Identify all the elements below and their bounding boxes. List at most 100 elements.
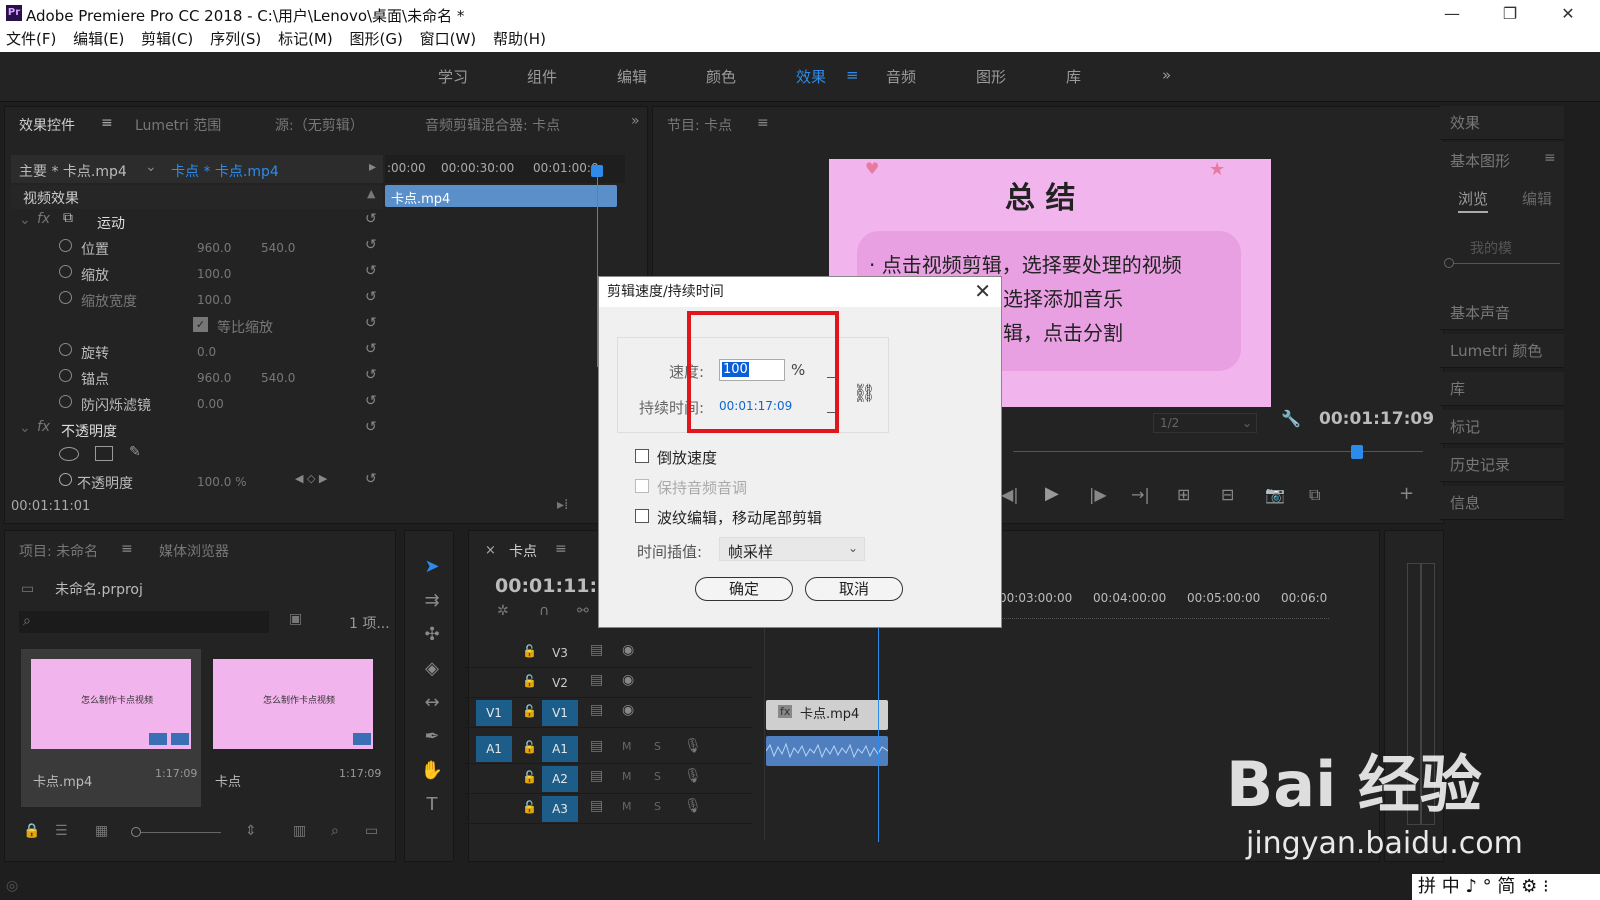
panel-effects[interactable]: 效果 [1440, 106, 1564, 140]
automate-icon[interactable]: ▥ [293, 823, 306, 839]
sync-lock-icon[interactable]: ▤ [590, 768, 603, 784]
workspace-editing[interactable]: 编辑 [617, 66, 647, 87]
lock-icon[interactable]: 🔓 [522, 644, 537, 658]
ripple-edit-checkbox[interactable] [635, 509, 649, 523]
ec-clip-bar[interactable]: 卡点.mp4 [385, 185, 617, 207]
chevron-down-icon[interactable]: ⌄ [145, 159, 157, 175]
slider-handle[interactable] [1444, 258, 1454, 268]
hand-tool-icon[interactable]: ✋ [420, 760, 444, 784]
menu-file[interactable]: 文件(F) [6, 28, 56, 50]
reset-icon[interactable]: ↺ [365, 367, 377, 383]
sequence-clip-label[interactable]: 卡点 * 卡点.mp4 [171, 161, 279, 181]
keyframe-nav-icon[interactable]: ◀ ◇ ▶ [295, 472, 327, 485]
track-label[interactable]: A3 [542, 796, 578, 822]
timeline-video-clip[interactable]: fx 卡点.mp4 [766, 700, 888, 730]
menu-window[interactable]: 窗口(W) [420, 28, 477, 50]
maintain-pitch-checkbox[interactable] [635, 479, 649, 493]
prop-value[interactable]: 100.0 % [197, 475, 247, 489]
solo-icon[interactable]: S [654, 800, 661, 813]
prop-value-x[interactable]: 960.0 [197, 371, 231, 385]
panel-markers[interactable]: 标记 [1440, 410, 1564, 444]
stopwatch-icon[interactable] [59, 291, 72, 304]
snap-icon[interactable]: ∩ [539, 603, 549, 619]
track-label[interactable]: A1 [542, 736, 578, 762]
menu-marker[interactable]: 标记(M) [278, 28, 333, 50]
prop-value-y[interactable]: 540.0 [261, 371, 295, 385]
ok-button[interactable]: 确定 [695, 577, 793, 601]
cancel-button[interactable]: 取消 [805, 577, 903, 601]
lock-icon[interactable]: 🔓 [522, 740, 537, 754]
panel-lumetri-color[interactable]: Lumetri 颜色 [1440, 334, 1564, 368]
reset-icon[interactable]: ↺ [365, 341, 377, 357]
panel-essential-sound[interactable]: 基本声音 [1440, 296, 1564, 330]
close-tab-icon[interactable]: × [485, 543, 496, 558]
program-playhead-handle[interactable] [1351, 445, 1363, 459]
tab-effect-controls[interactable]: 效果控件 [19, 115, 75, 135]
menu-graphics[interactable]: 图形(G) [350, 28, 403, 50]
panel-menu-icon[interactable]: ≡ [1544, 150, 1556, 166]
pen-tool-icon[interactable]: ✒ [420, 726, 444, 750]
zoom-select[interactable]: 1/2 ⌄ [1153, 413, 1257, 433]
sort-icon[interactable]: ⇕ [245, 823, 257, 839]
expand-icon[interactable]: ⌄ [19, 420, 31, 436]
bin-icon[interactable]: ▣ [289, 611, 302, 627]
track-v3[interactable]: 🔓 V3 ▤ ◉ [462, 638, 752, 668]
mute-icon[interactable]: M [622, 770, 632, 783]
track-label[interactable]: A2 [542, 766, 578, 792]
selection-tool-icon[interactable]: ➤ [420, 556, 444, 580]
menu-sequence[interactable]: 序列(S) [210, 28, 261, 50]
tab-program[interactable]: 节目: 卡点 [667, 115, 732, 135]
reset-icon[interactable]: ↺ [365, 419, 377, 435]
reset-icon[interactable]: ↺ [365, 237, 377, 253]
fx-icon[interactable]: fx [37, 419, 50, 435]
nest-toggle-icon[interactable]: ✲ [497, 603, 509, 619]
pen-mask-icon[interactable]: ✎ [129, 444, 141, 460]
stopwatch-icon[interactable] [59, 473, 72, 486]
tab-source[interactable]: 源:（无剪辑） [275, 115, 364, 135]
track-a2[interactable]: 🔓 A2 ▤ M S 🎙 [462, 764, 752, 794]
track-a1[interactable]: A1 🔓 A1 ▤ M S 🎙 [462, 734, 752, 764]
menu-help[interactable]: 帮助(H) [493, 28, 546, 50]
master-clip-label[interactable]: 主要 * 卡点.mp4 [19, 161, 127, 181]
mute-icon[interactable]: M [622, 800, 632, 813]
play-icon[interactable]: ▶ [1045, 483, 1059, 504]
chain-link-icon[interactable]: ⛓ [853, 383, 876, 404]
track-v1[interactable]: V1 🔓 V1 ▤ ◉ [462, 698, 752, 728]
go-to-out-icon[interactable]: →| [1131, 485, 1150, 504]
essential-graphics-title[interactable]: 基本图形 [1450, 150, 1510, 171]
stopwatch-icon[interactable] [59, 239, 72, 252]
prop-value-y[interactable]: 540.0 [261, 241, 295, 255]
opacity-row[interactable]: ⌄ fx 不透明度 ↺ [5, 417, 385, 443]
lock-icon[interactable]: 🔓 [522, 674, 537, 688]
insert-icon[interactable]: ⊞ [1177, 485, 1190, 504]
ec-timeline-ruler[interactable]: :00:00 00:00:30:00 00:01:00:0 [385, 155, 625, 183]
lock-icon[interactable]: 🔒 [23, 823, 40, 839]
sync-lock-icon[interactable]: ▤ [590, 672, 603, 688]
export-frame-icon[interactable]: ▸⁞ [557, 497, 568, 513]
sync-lock-icon[interactable]: ▤ [590, 738, 603, 754]
menu-edit[interactable]: 编辑(E) [73, 28, 124, 50]
tab-audio-mixer[interactable]: 音频剪辑混合器: 卡点 [425, 115, 560, 135]
stopwatch-icon[interactable] [59, 343, 72, 356]
source-patch-v1[interactable]: V1 [476, 700, 512, 726]
timeline-timecode[interactable]: 00:01:11:0 [495, 575, 610, 597]
track-select-tool-icon[interactable]: ⇉ [420, 590, 444, 614]
workspace-assembly[interactable]: 组件 [527, 66, 557, 87]
workspace-color[interactable]: 颜色 [706, 66, 736, 87]
project-item[interactable]: 怎么制作卡点视频 卡点.mp4 1:17:09 [21, 649, 201, 807]
timeline-playhead[interactable] [878, 620, 879, 842]
overwrite-icon[interactable]: ⊟ [1221, 485, 1234, 504]
workspace-learn[interactable]: 学习 [438, 66, 468, 87]
track-a3[interactable]: 🔓 A3 ▤ M S 🎙 [462, 794, 752, 824]
tab-project[interactable]: 项目: 未命名 [19, 541, 98, 561]
reset-icon[interactable]: ↺ [365, 211, 377, 227]
lock-icon[interactable]: 🔓 [522, 704, 537, 718]
list-view-icon[interactable]: ☰ [55, 823, 68, 839]
ime-toolbar[interactable]: 拼 中 ♪ ° 简 ⚙ ⁝ [1412, 874, 1600, 900]
sync-lock-icon[interactable]: ▤ [590, 642, 603, 658]
effect-controls-timecode[interactable]: 00:01:11:01 [11, 499, 90, 514]
tab-edit[interactable]: 编辑 [1522, 188, 1552, 209]
sync-lock-icon[interactable]: ▤ [590, 798, 603, 814]
expand-icon[interactable]: ⌄ [19, 212, 31, 228]
stopwatch-icon[interactable] [59, 369, 72, 382]
